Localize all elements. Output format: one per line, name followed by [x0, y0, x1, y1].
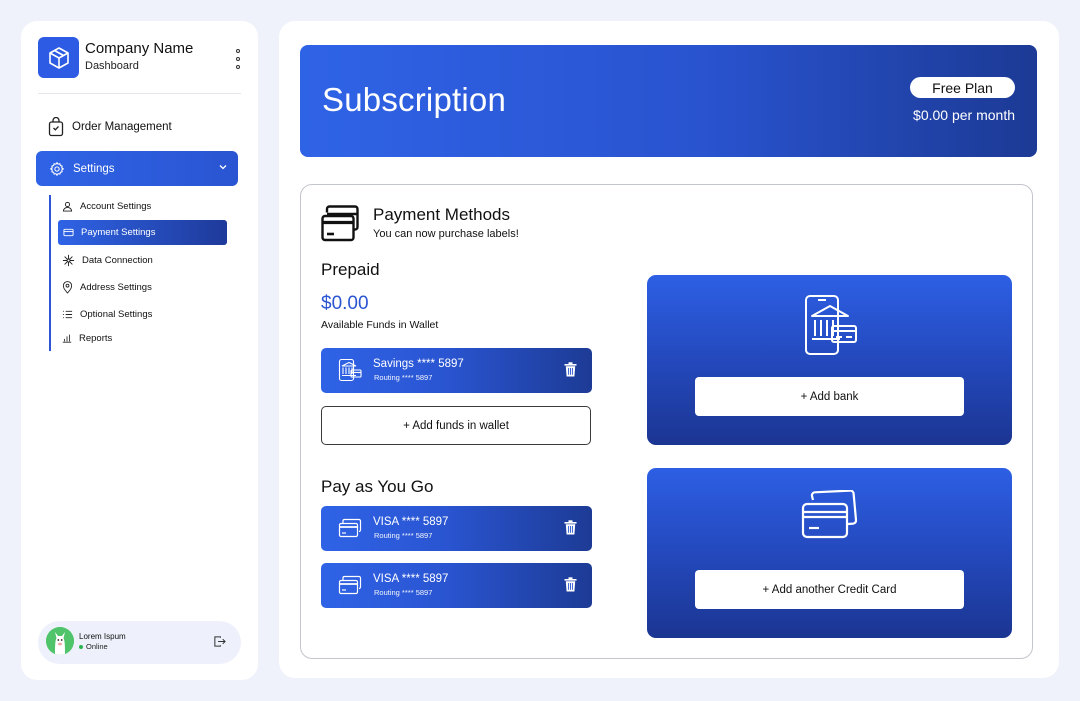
account-routing: Routing **** 5897 — [374, 373, 433, 382]
add-credit-card-button[interactable]: + Add another Credit Card — [695, 570, 964, 609]
plan-badge: Free Plan — [910, 77, 1015, 98]
subnav-item-label: Reports — [79, 332, 113, 344]
gear-icon — [49, 161, 65, 176]
list-icon — [62, 310, 73, 318]
bank-icon — [338, 358, 362, 387]
user-name: Lorem Ispum — [79, 632, 126, 641]
subnav-item-label: Payment Settings — [81, 227, 156, 238]
shopping-bag-icon — [48, 117, 64, 137]
page-title: Subscription — [322, 81, 506, 118]
trash-icon[interactable] — [564, 362, 577, 382]
pay-as-you-go-title: Pay as You Go — [321, 477, 434, 496]
company-name: Company Name — [85, 40, 194, 57]
credit-card-icon — [338, 573, 362, 602]
logout-icon[interactable] — [213, 635, 226, 653]
user-status-label: Online — [86, 642, 108, 651]
account-name: Savings **** 5897 — [373, 358, 464, 370]
nav-item-label: Settings — [73, 162, 115, 175]
nav-item-settings[interactable]: Settings — [36, 151, 238, 186]
divider — [38, 93, 241, 94]
brand: Company Name Dashboard — [38, 37, 243, 81]
subnav-item-label: Optional Settings — [80, 308, 153, 320]
add-credit-card-card: + Add another Credit Card — [647, 468, 1012, 638]
subnav-line — [49, 195, 51, 351]
trash-icon[interactable] — [564, 520, 577, 540]
add-bank-button[interactable]: + Add bank — [695, 377, 964, 416]
credit-card-icon — [338, 516, 362, 545]
card-routing: Routing **** 5897 — [374, 588, 433, 597]
avatar — [46, 627, 74, 655]
subnav-item-data-connection[interactable]: Data Connection — [62, 249, 153, 271]
wallet-amount-label: Available Funds in Wallet — [321, 319, 439, 331]
card-name: VISA **** 5897 — [373, 573, 449, 585]
network-icon — [62, 254, 75, 266]
trash-icon[interactable] — [564, 577, 577, 597]
prepaid-title: Prepaid — [321, 260, 380, 279]
subnav-item-reports[interactable]: Reports — [62, 327, 112, 349]
location-pin-icon — [62, 280, 73, 294]
subnav-item-payment-settings[interactable]: Payment Settings — [58, 220, 227, 245]
credit-card-row[interactable]: VISA **** 5897 Routing **** 5897 — [321, 506, 592, 551]
user-card[interactable]: Lorem Ispum Online — [38, 621, 241, 664]
subnav-item-address-settings[interactable]: Address Settings — [62, 276, 152, 298]
credit-card-row[interactable]: VISA **** 5897 Routing **** 5897 — [321, 563, 592, 608]
credit-card-icon — [63, 228, 74, 237]
user-icon — [62, 201, 73, 212]
add-funds-button[interactable]: + Add funds in wallet — [321, 406, 591, 445]
card-routing: Routing **** 5897 — [374, 531, 433, 540]
plan-price: $0.00 per month — [913, 107, 1015, 123]
subnav-item-label: Data Connection — [82, 254, 153, 266]
subscription-banner: Subscription Free Plan $0.00 per month — [300, 45, 1037, 157]
credit-cards-icon — [800, 489, 860, 549]
sidebar: Company Name Dashboard Order Management … — [21, 21, 258, 680]
mobile-bank-icon — [800, 294, 860, 363]
status-dot — [79, 644, 83, 649]
subnav-item-optional-settings[interactable]: Optional Settings — [62, 303, 152, 325]
section-subtitle: You can now purchase labels! — [373, 228, 519, 240]
subnav-item-account-settings[interactable]: Account Settings — [62, 195, 151, 217]
subnav-item-label: Address Settings — [80, 281, 152, 293]
subnav-item-label: Account Settings — [80, 200, 152, 212]
bank-account-row[interactable]: Savings **** 5897 Routing **** 5897 — [321, 348, 592, 393]
box-icon — [38, 37, 79, 78]
chevron-down-icon — [219, 165, 227, 170]
credit-cards-icon — [321, 205, 361, 247]
main-content: Subscription Free Plan $0.00 per month P… — [279, 21, 1059, 678]
card-name: VISA **** 5897 — [373, 516, 449, 528]
section-title: Payment Methods — [373, 205, 511, 224]
payment-methods-panel: Payment Methods You can now purchase lab… — [300, 184, 1033, 659]
nav-item-label: Order Management — [72, 121, 172, 133]
bar-chart-icon — [62, 334, 72, 343]
user-status: Online — [79, 642, 108, 651]
add-bank-card: + Add bank — [647, 275, 1012, 445]
nav-item-order-management[interactable]: Order Management — [48, 116, 172, 138]
wallet-amount: $0.00 — [321, 293, 369, 314]
kebab-menu-icon[interactable] — [234, 49, 242, 69]
company-subtitle: Dashboard — [85, 60, 139, 72]
